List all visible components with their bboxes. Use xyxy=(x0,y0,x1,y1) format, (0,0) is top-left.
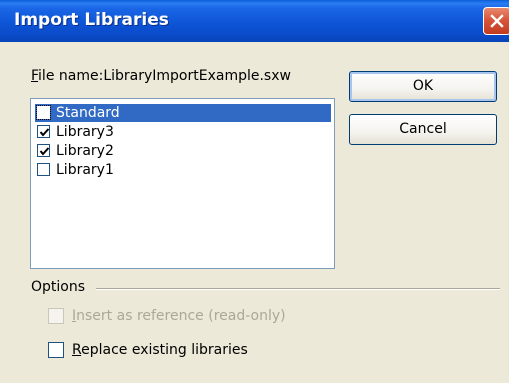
replace-mnemonic: R xyxy=(72,342,82,358)
replace-label-text: eplace existing libraries xyxy=(81,342,248,358)
list-item-label: Library2 xyxy=(56,143,114,159)
close-icon xyxy=(490,14,504,28)
checkmark-icon xyxy=(39,147,50,156)
file-label-text: ile name: xyxy=(38,68,104,84)
library-list[interactable]: Standard Library3 Library2 Library1 xyxy=(30,98,335,269)
file-label-mnemonic: F xyxy=(31,68,39,84)
replace-existing-checkbox[interactable] xyxy=(48,342,64,358)
library3-checkbox[interactable] xyxy=(37,125,50,138)
list-item-label: Library3 xyxy=(56,124,114,140)
insert-label-text: nsert as reference (read-only) xyxy=(76,308,286,324)
library1-checkbox[interactable] xyxy=(37,163,50,176)
list-item-library1[interactable]: Library1 xyxy=(35,161,331,179)
list-item-label: Standard xyxy=(56,104,120,122)
cancel-button[interactable]: Cancel xyxy=(349,114,497,145)
title-bar[interactable]: Import Libraries xyxy=(0,0,509,42)
library2-checkbox[interactable] xyxy=(37,144,50,157)
checkmark-icon xyxy=(39,128,50,137)
options-separator xyxy=(96,288,500,290)
replace-existing-label: Replace existing libraries xyxy=(72,340,248,360)
list-item-library3[interactable]: Library3 xyxy=(35,123,331,141)
standard-checkbox[interactable] xyxy=(36,105,51,120)
import-libraries-dialog: Import Libraries File name:LibraryImport… xyxy=(0,0,509,383)
close-button[interactable] xyxy=(483,7,509,35)
dialog-title: Import Libraries xyxy=(14,10,169,30)
file-name-label: File name:LibraryImportExample.sxw xyxy=(31,68,291,84)
list-item-standard[interactable]: Standard xyxy=(35,104,331,122)
file-name-value: LibraryImportExample.sxw xyxy=(103,68,291,84)
insert-as-reference-label: Insert as reference (read-only) xyxy=(72,306,286,326)
insert-as-reference-checkbox[interactable] xyxy=(48,308,64,324)
list-item-library2[interactable]: Library2 xyxy=(35,142,331,160)
list-item-label: Library1 xyxy=(56,162,114,178)
options-heading: Options xyxy=(31,279,86,295)
ok-button[interactable]: OK xyxy=(349,71,497,102)
